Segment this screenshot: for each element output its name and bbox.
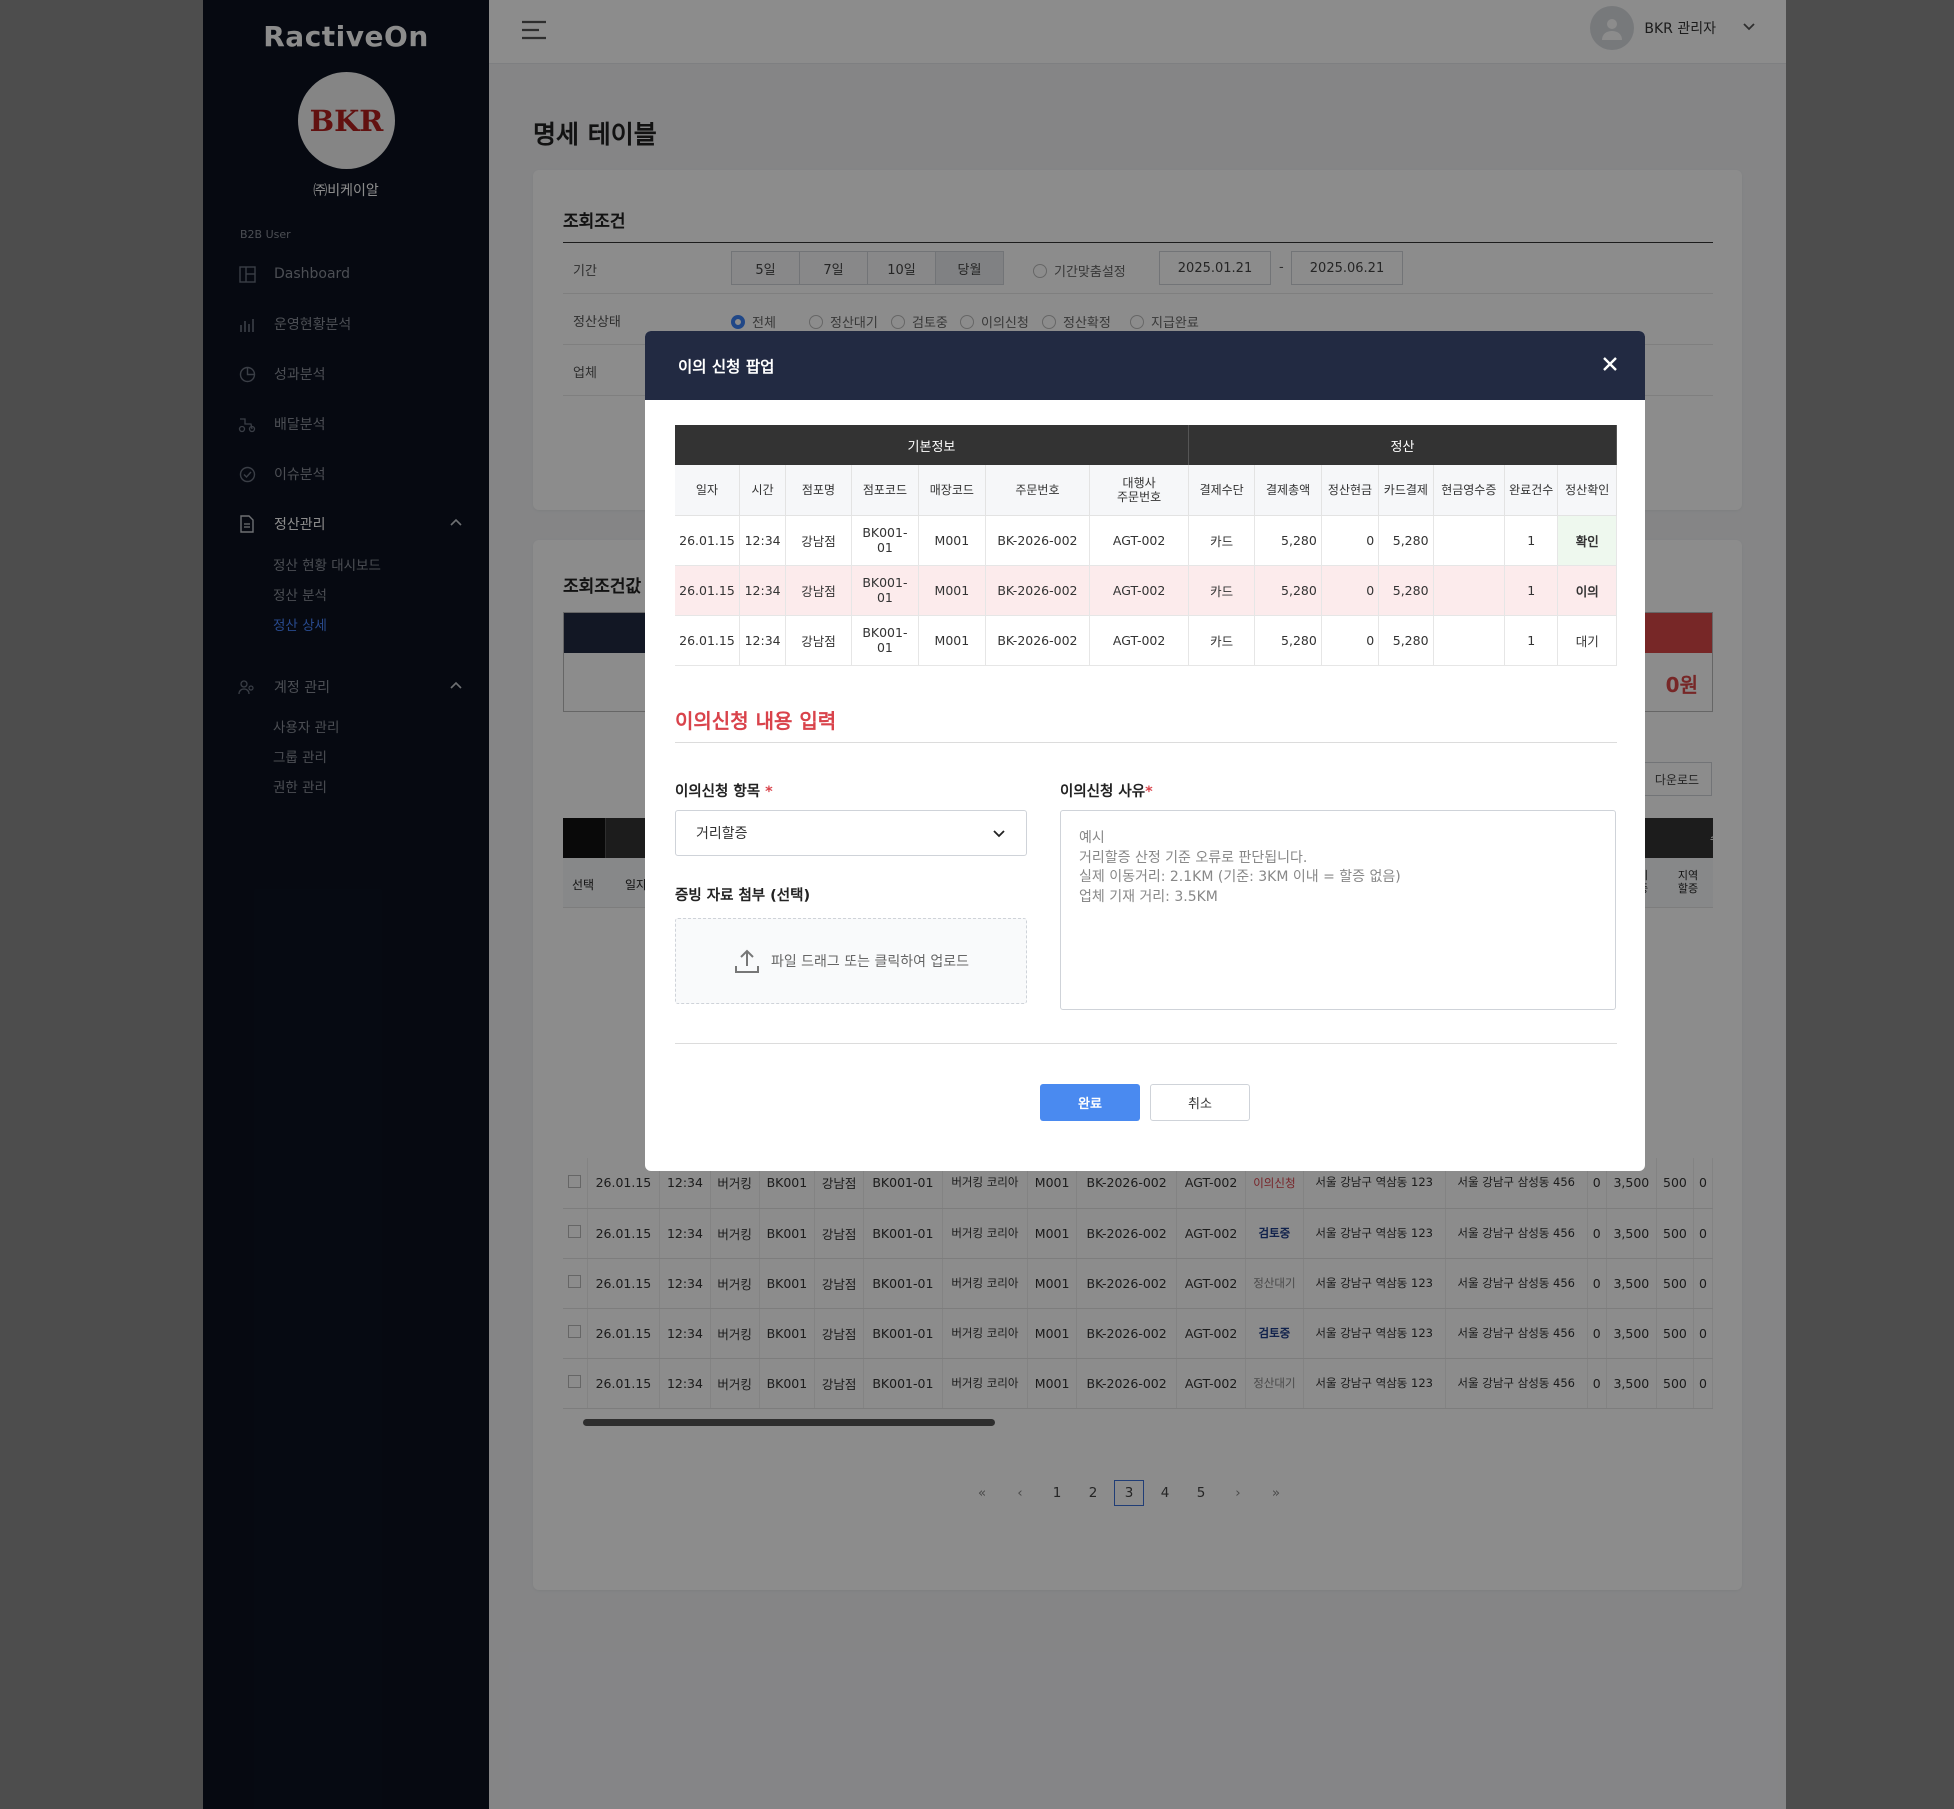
cell-agt: AGT-002 (1089, 615, 1189, 666)
cell-shop: M001 (918, 515, 986, 566)
column-header: 정산현금 (1321, 465, 1380, 516)
cell-card: 5,280 (1378, 565, 1434, 616)
cell-pay: 카드 (1188, 515, 1256, 566)
column-header: 완료건수 (1504, 465, 1559, 516)
cell-order: BK-2026-002 (985, 515, 1091, 566)
group-header-settlement: 정산 (1188, 425, 1618, 465)
modal-title: 이의 신청 팝업 (678, 358, 775, 376)
cell-store-code: BK001-01 (851, 615, 920, 666)
selected-value: 거리할증 (696, 826, 748, 842)
table-row[interactable]: 26.01.15 12:34 강남점 BK001-01 M001 BK-2026-002 A… (675, 565, 1617, 616)
cell-date: 26.01.15 (675, 565, 740, 616)
close-icon[interactable] (1599, 353, 1621, 379)
objection-item-select[interactable]: 거리할증 (675, 810, 1027, 856)
column-header: 카드결제 (1378, 465, 1434, 516)
cell-time: 12:34 (739, 615, 787, 666)
attach-label: 증빙 자료 첨부 (선택) (675, 888, 811, 904)
cell-date: 26.01.15 (675, 615, 740, 666)
chevron-down-icon (992, 826, 1006, 844)
column-header: 주문번호 (985, 465, 1091, 516)
cell-pay: 카드 (1188, 565, 1256, 616)
modal-header: 이의 신청 팝업 (645, 331, 1645, 400)
cell-receipt (1433, 515, 1506, 566)
divider (675, 742, 1617, 743)
column-header: 결제총액 (1254, 465, 1322, 516)
submit-button[interactable]: 완료 (1040, 1084, 1140, 1121)
cell-receipt (1433, 615, 1506, 666)
column-header: 결제수단 (1188, 465, 1256, 516)
upload-text: 파일 드래그 또는 클릭하여 업로드 (770, 954, 970, 970)
cell-store: 강남점 (785, 515, 852, 566)
table-row[interactable]: 26.01.15 12:34 강남점 BK001-01 M001 BK-2026-002 A… (675, 615, 1617, 666)
cell-total: 5,280 (1254, 515, 1322, 566)
cell-date: 26.01.15 (675, 515, 740, 566)
cell-count: 1 (1504, 515, 1559, 566)
cell-time: 12:34 (739, 565, 787, 616)
cell-agt: AGT-002 (1089, 515, 1189, 566)
cell-cash: 0 (1321, 515, 1380, 566)
cell-pay: 카드 (1188, 615, 1256, 666)
cell-store: 강남점 (785, 615, 852, 666)
modal-order-table: 기본정보 정산 일자 시간 점포명 점포코드 매장코드 주문번호 대행사 주문번호 결제수단 결… (675, 425, 1618, 666)
upload-icon (734, 949, 759, 973)
cell-cash: 0 (1321, 615, 1380, 666)
cell-shop: M001 (918, 565, 986, 616)
column-header: 대행사 주문번호 (1089, 465, 1189, 516)
reason-textarea[interactable]: 예시 거리할증 산정 기준 오류로 판단됩니다. 실제 이동거리: 2.1KM … (1060, 810, 1616, 1010)
cell-total: 5,280 (1254, 615, 1322, 666)
cell-card: 5,280 (1378, 515, 1434, 566)
divider (675, 1043, 1617, 1044)
column-header: 정산확인 (1557, 465, 1617, 516)
settlement-status-badge: 확인 (1557, 515, 1617, 566)
cell-shop: M001 (918, 615, 986, 666)
required-mark: * (1145, 784, 1153, 800)
cell-cash: 0 (1321, 565, 1380, 616)
column-header: 점포명 (785, 465, 852, 516)
column-header: 점포코드 (851, 465, 920, 516)
cell-store: 강남점 (785, 565, 852, 616)
objection-modal: 이의 신청 팝업 기본정보 정산 일자 시간 점포명 점포코드 매장코드 주문번호 대행사 … (645, 331, 1645, 1171)
input-section-title: 이의신청 내용 입력 (675, 709, 837, 733)
cell-count: 1 (1504, 615, 1559, 666)
cell-receipt (1433, 565, 1506, 616)
table-row[interactable]: 26.01.15 12:34 강남점 BK001-01 M001 BK-2026-002 A… (675, 515, 1617, 566)
column-header: 현금영수증 (1433, 465, 1506, 516)
cell-time: 12:34 (739, 515, 787, 566)
group-header-basic: 기본정보 (675, 425, 1189, 465)
cell-store-code: BK001-01 (851, 565, 920, 616)
column-header: 매장코드 (918, 465, 986, 516)
cell-total: 5,280 (1254, 565, 1322, 616)
file-upload-dropzone[interactable]: 파일 드래그 또는 클릭하여 업로드 (675, 918, 1027, 1004)
settlement-status-badge: 이의 (1557, 565, 1617, 616)
cancel-button[interactable]: 취소 (1150, 1084, 1250, 1121)
item-label: 이의신청 항목 * (675, 780, 773, 801)
cell-store-code: BK001-01 (851, 515, 920, 566)
reason-label-text: 이의신청 사유 (1060, 784, 1146, 800)
column-header: 시간 (739, 465, 787, 516)
cell-order: BK-2026-002 (985, 565, 1091, 616)
required-mark: * (765, 784, 773, 800)
cell-agt: AGT-002 (1089, 565, 1189, 616)
cell-order: BK-2026-002 (985, 615, 1091, 666)
settlement-status-badge: 대기 (1557, 615, 1617, 666)
column-header: 일자 (675, 465, 740, 516)
reason-label: 이의신청 사유* (1060, 780, 1153, 801)
cell-card: 5,280 (1378, 615, 1434, 666)
cell-count: 1 (1504, 565, 1559, 616)
item-label-text: 이의신청 항목 (675, 784, 761, 800)
